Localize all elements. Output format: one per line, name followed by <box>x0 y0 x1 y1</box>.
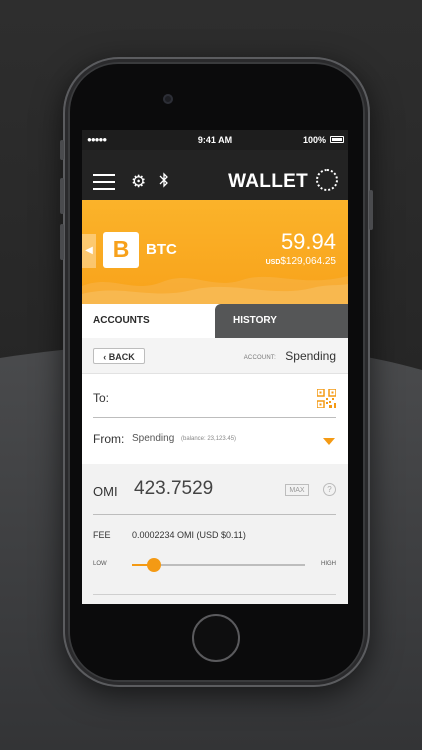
menu-icon[interactable] <box>93 174 115 195</box>
tab-accounts[interactable]: ACCOUNTS <box>82 304 215 338</box>
app-screen: ●●●●● 9:41 AM 100% ⚙ WALLET ◀ B BTC 59.9… <box>82 130 348 604</box>
volume-down-button <box>60 224 64 260</box>
top-navbar <box>82 150 348 200</box>
battery-icon <box>330 136 344 143</box>
wallet-logo-icon <box>316 169 338 191</box>
page-title: WALLET <box>228 171 308 192</box>
amount-field[interactable]: OMI 423.7529 MAX ? <box>93 473 336 515</box>
slider-thumb[interactable] <box>147 558 162 572</box>
hero-wave <box>82 276 348 304</box>
slider-low-label: LOW <box>93 561 107 567</box>
fee-value: 0.0002234 OMI (USD $0.11) <box>132 530 246 540</box>
from-label: From: <box>93 432 125 446</box>
from-balance: (balance: 23,123.45) <box>181 436 237 442</box>
bluetooth-icon[interactable] <box>159 172 169 192</box>
power-button <box>369 190 373 230</box>
slider-track[interactable] <box>132 558 305 572</box>
back-button[interactable]: ‹ BACK <box>93 348 145 364</box>
usd-balance: USD$129,064.25 <box>265 256 336 267</box>
qr-code-icon[interactable] <box>317 389 336 408</box>
coin-header: ◀ B BTC 59.94 USD$129,064.25 <box>82 200 348 304</box>
divider <box>93 594 336 595</box>
coin-label: BTC <box>146 241 177 258</box>
slider-high-label: HIGH <box>321 561 336 567</box>
account-bar: ‹ BACK ACCOUNT: Spending <box>82 338 348 374</box>
mute-switch <box>60 140 64 160</box>
front-camera <box>163 94 173 104</box>
tab-bar: ACCOUNTS HISTORY <box>82 304 348 338</box>
tab-history[interactable]: HISTORY <box>215 304 348 338</box>
home-button[interactable] <box>192 614 240 662</box>
amount-unit: OMI <box>93 484 118 499</box>
coin-balance: 59.94 <box>280 229 336 254</box>
fee-label: FEE <box>93 530 111 540</box>
volume-up-button <box>60 178 64 214</box>
amount-input[interactable]: 423.7529 <box>134 478 213 500</box>
max-button[interactable]: MAX <box>285 484 309 496</box>
fee-slider[interactable]: LOW HIGH <box>93 557 336 573</box>
to-address-field[interactable]: To: <box>93 385 336 418</box>
bitcoin-icon: B <box>103 232 139 268</box>
account-label: ACCOUNT: <box>243 355 276 361</box>
to-label: To: <box>93 391 110 405</box>
from-account-value: Spending <box>132 433 175 444</box>
gear-icon[interactable]: ⚙ <box>131 173 146 190</box>
from-account-selector[interactable]: From: Spending (balance: 23,123.45) <box>93 432 336 452</box>
battery-percent: 100% <box>302 135 326 145</box>
previous-coin-button[interactable]: ◀ <box>82 234 96 268</box>
chevron-down-icon[interactable] <box>323 438 335 445</box>
status-bar: ●●●●● 9:41 AM 100% <box>82 130 348 150</box>
help-icon[interactable]: ? <box>323 483 336 496</box>
account-selector[interactable]: Spending <box>285 349 336 363</box>
